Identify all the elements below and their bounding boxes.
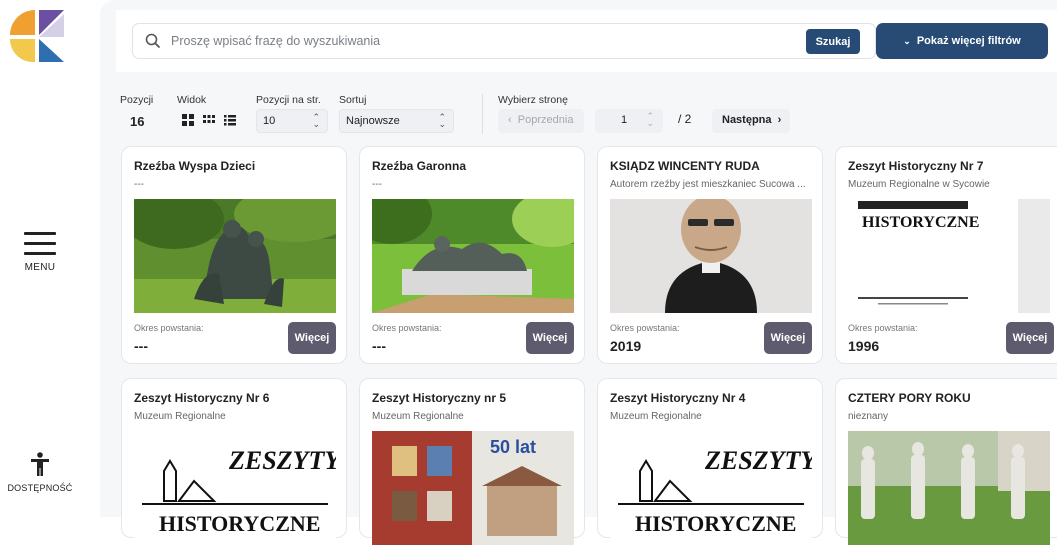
card-image[interactable]: ZESZYTY HISTORYCZNE: [134, 431, 336, 545]
card-image[interactable]: HISTORYCZNE: [848, 199, 1050, 313]
item-card[interactable]: Zeszyt Historyczny nr 5 Muzeum Regionaln…: [359, 378, 585, 545]
item-card[interactable]: Rzeźba Wyspa Dzieci --- Okres powstania:…: [121, 146, 347, 364]
card-image[interactable]: ZESZYTY HISTORYCZNE: [610, 431, 812, 545]
sort-select[interactable]: Najnowsze ⌃ ⌄: [339, 109, 454, 133]
card-title: CZTERY PORY ROKU: [848, 391, 971, 405]
card-image[interactable]: [610, 199, 812, 313]
card-subtitle: Muzeum Regionalne: [134, 411, 226, 422]
card-subtitle: ---: [372, 179, 382, 190]
item-card[interactable]: Zeszyt Historyczny Nr 7 Muzeum Regionaln…: [835, 146, 1057, 364]
period-value: ---: [372, 338, 386, 354]
chevron-down-icon: ⌄: [903, 36, 911, 46]
page-total: / 2: [678, 112, 692, 126]
choose-page-label: Wybierz stronę: [498, 94, 568, 106]
sort-label: Sortuj: [339, 94, 367, 106]
cover-title-text: ZESZYTY: [228, 446, 336, 475]
list-view-icon[interactable]: [224, 114, 236, 126]
card-subtitle: Autorem rzeźby jest mieszkaniec Sucowa .…: [610, 179, 806, 190]
period-label: Okres powstania:: [610, 323, 680, 333]
more-button[interactable]: Więcej: [1006, 322, 1054, 354]
period-value: 1996: [848, 338, 880, 354]
next-page-label: Następna: [722, 114, 772, 126]
hamburger-icon: [24, 232, 56, 235]
accessibility-label: DOSTĘPNOŚĆ: [7, 483, 73, 493]
card-title: Zeszyt Historyczny Nr 7: [848, 159, 984, 173]
menu-label: MENU: [24, 262, 56, 273]
per-page-select[interactable]: 10 ⌃ ⌄: [256, 109, 328, 133]
period-label: Okres powstania:: [134, 323, 204, 333]
card-title: Zeszyt Historyczny Nr 4: [610, 391, 746, 405]
period-value: ---: [134, 338, 148, 354]
search-icon: [145, 33, 161, 49]
main-content: Szukaj ⌄ Pokaż więcej filtrów Pozycji 16 …: [100, 0, 1057, 545]
hamburger-icon-bar: [24, 242, 56, 245]
select-arrows-icon: ⌃ ⌄: [646, 111, 654, 128]
menu-button[interactable]: MENU: [22, 232, 58, 273]
next-page-button[interactable]: Następna ›: [712, 109, 790, 133]
item-card[interactable]: Zeszyt Historyczny Nr 4 Muzeum Regionaln…: [597, 378, 823, 545]
more-filters-label: Pokaż więcej filtrów: [916, 35, 1021, 47]
cover-subtitle-text: HISTORYCZNE: [635, 511, 796, 536]
card-image[interactable]: [134, 199, 336, 313]
cover-subtitle-text: HISTORYCZNE: [159, 511, 320, 536]
card-subtitle: ---: [134, 179, 144, 190]
grid-view-icon[interactable]: [203, 114, 215, 126]
more-button[interactable]: Więcej: [764, 322, 812, 354]
accessibility-icon: [31, 452, 49, 476]
search-button[interactable]: Szukaj: [806, 29, 860, 54]
more-button[interactable]: Więcej: [288, 322, 336, 354]
item-card[interactable]: KSIĄDZ WINCENTY RUDA Autorem rzeźby jest…: [597, 146, 823, 364]
search-input[interactable]: [171, 30, 791, 52]
toolbar-divider: [482, 94, 483, 134]
period-value: 2019: [610, 338, 642, 354]
card-title: Zeszyt Historyczny nr 5: [372, 391, 507, 405]
card-subtitle: nieznany: [848, 411, 889, 422]
more-filters-button[interactable]: ⌄ Pokaż więcej filtrów: [876, 23, 1048, 59]
sidebar: MENU DOSTĘPNOŚĆ: [0, 0, 82, 517]
page-number-select[interactable]: 1 ⌃ ⌄: [595, 109, 663, 133]
card-subtitle: Muzeum Regionalne: [372, 411, 464, 422]
page-number-value: 1: [621, 114, 628, 126]
anniversary-text: 50 lat: [490, 437, 536, 457]
card-subtitle: Muzeum Regionalne: [610, 411, 702, 422]
period-label: Okres powstania:: [848, 323, 918, 333]
view-label: Widok: [177, 94, 207, 106]
card-title: Rzeźba Garonna: [372, 159, 467, 173]
card-title: Zeszyt Historyczny Nr 6: [134, 391, 270, 405]
sort-value: Najnowsze: [346, 115, 400, 127]
cover-title-text: ZESZYTY: [704, 446, 812, 475]
search-box[interactable]: [132, 23, 876, 59]
listing-toolbar: Pozycji 16 Widok Pozycji na str. 10 ⌃ ⌄ S…: [120, 94, 820, 134]
item-card[interactable]: Rzeźba Garonna --- Okres powstania: --- …: [359, 146, 585, 364]
per-page-value: 10: [263, 115, 276, 127]
card-image[interactable]: [372, 199, 574, 313]
positions-label: Pozycji: [120, 94, 154, 106]
large-grid-view-icon[interactable]: [182, 114, 194, 126]
card-subtitle: Muzeum Regionalne w Sycowie: [848, 179, 990, 190]
previous-page-label: Poprzednia: [517, 114, 574, 126]
card-image[interactable]: [848, 431, 1050, 545]
cover-text: HISTORYCZNE: [862, 214, 979, 231]
view-switcher: [182, 114, 236, 126]
card-image[interactable]: 50 lat: [372, 431, 574, 545]
logo-icon[interactable]: [8, 8, 70, 64]
positions-count: 16: [130, 114, 145, 129]
select-arrows-icon: ⌃ ⌄: [312, 112, 320, 129]
accessibility-button[interactable]: DOSTĘPNOŚĆ: [4, 452, 76, 493]
item-card[interactable]: Zeszyt Historyczny Nr 6 Muzeum Regionaln…: [121, 378, 347, 545]
previous-page-button[interactable]: ‹ Poprzednia: [498, 109, 584, 133]
card-title: Rzeźba Wyspa Dzieci: [134, 159, 256, 173]
card-title: KSIĄDZ WINCENTY RUDA: [610, 159, 760, 173]
period-label: Okres powstania:: [372, 323, 442, 333]
more-button[interactable]: Więcej: [526, 322, 574, 354]
hamburger-icon-bar: [24, 252, 56, 255]
select-arrows-icon: ⌃ ⌄: [438, 112, 446, 129]
per-page-label: Pozycji na str.: [256, 94, 321, 106]
item-card[interactable]: CZTERY PORY ROKU nieznany: [835, 378, 1057, 545]
